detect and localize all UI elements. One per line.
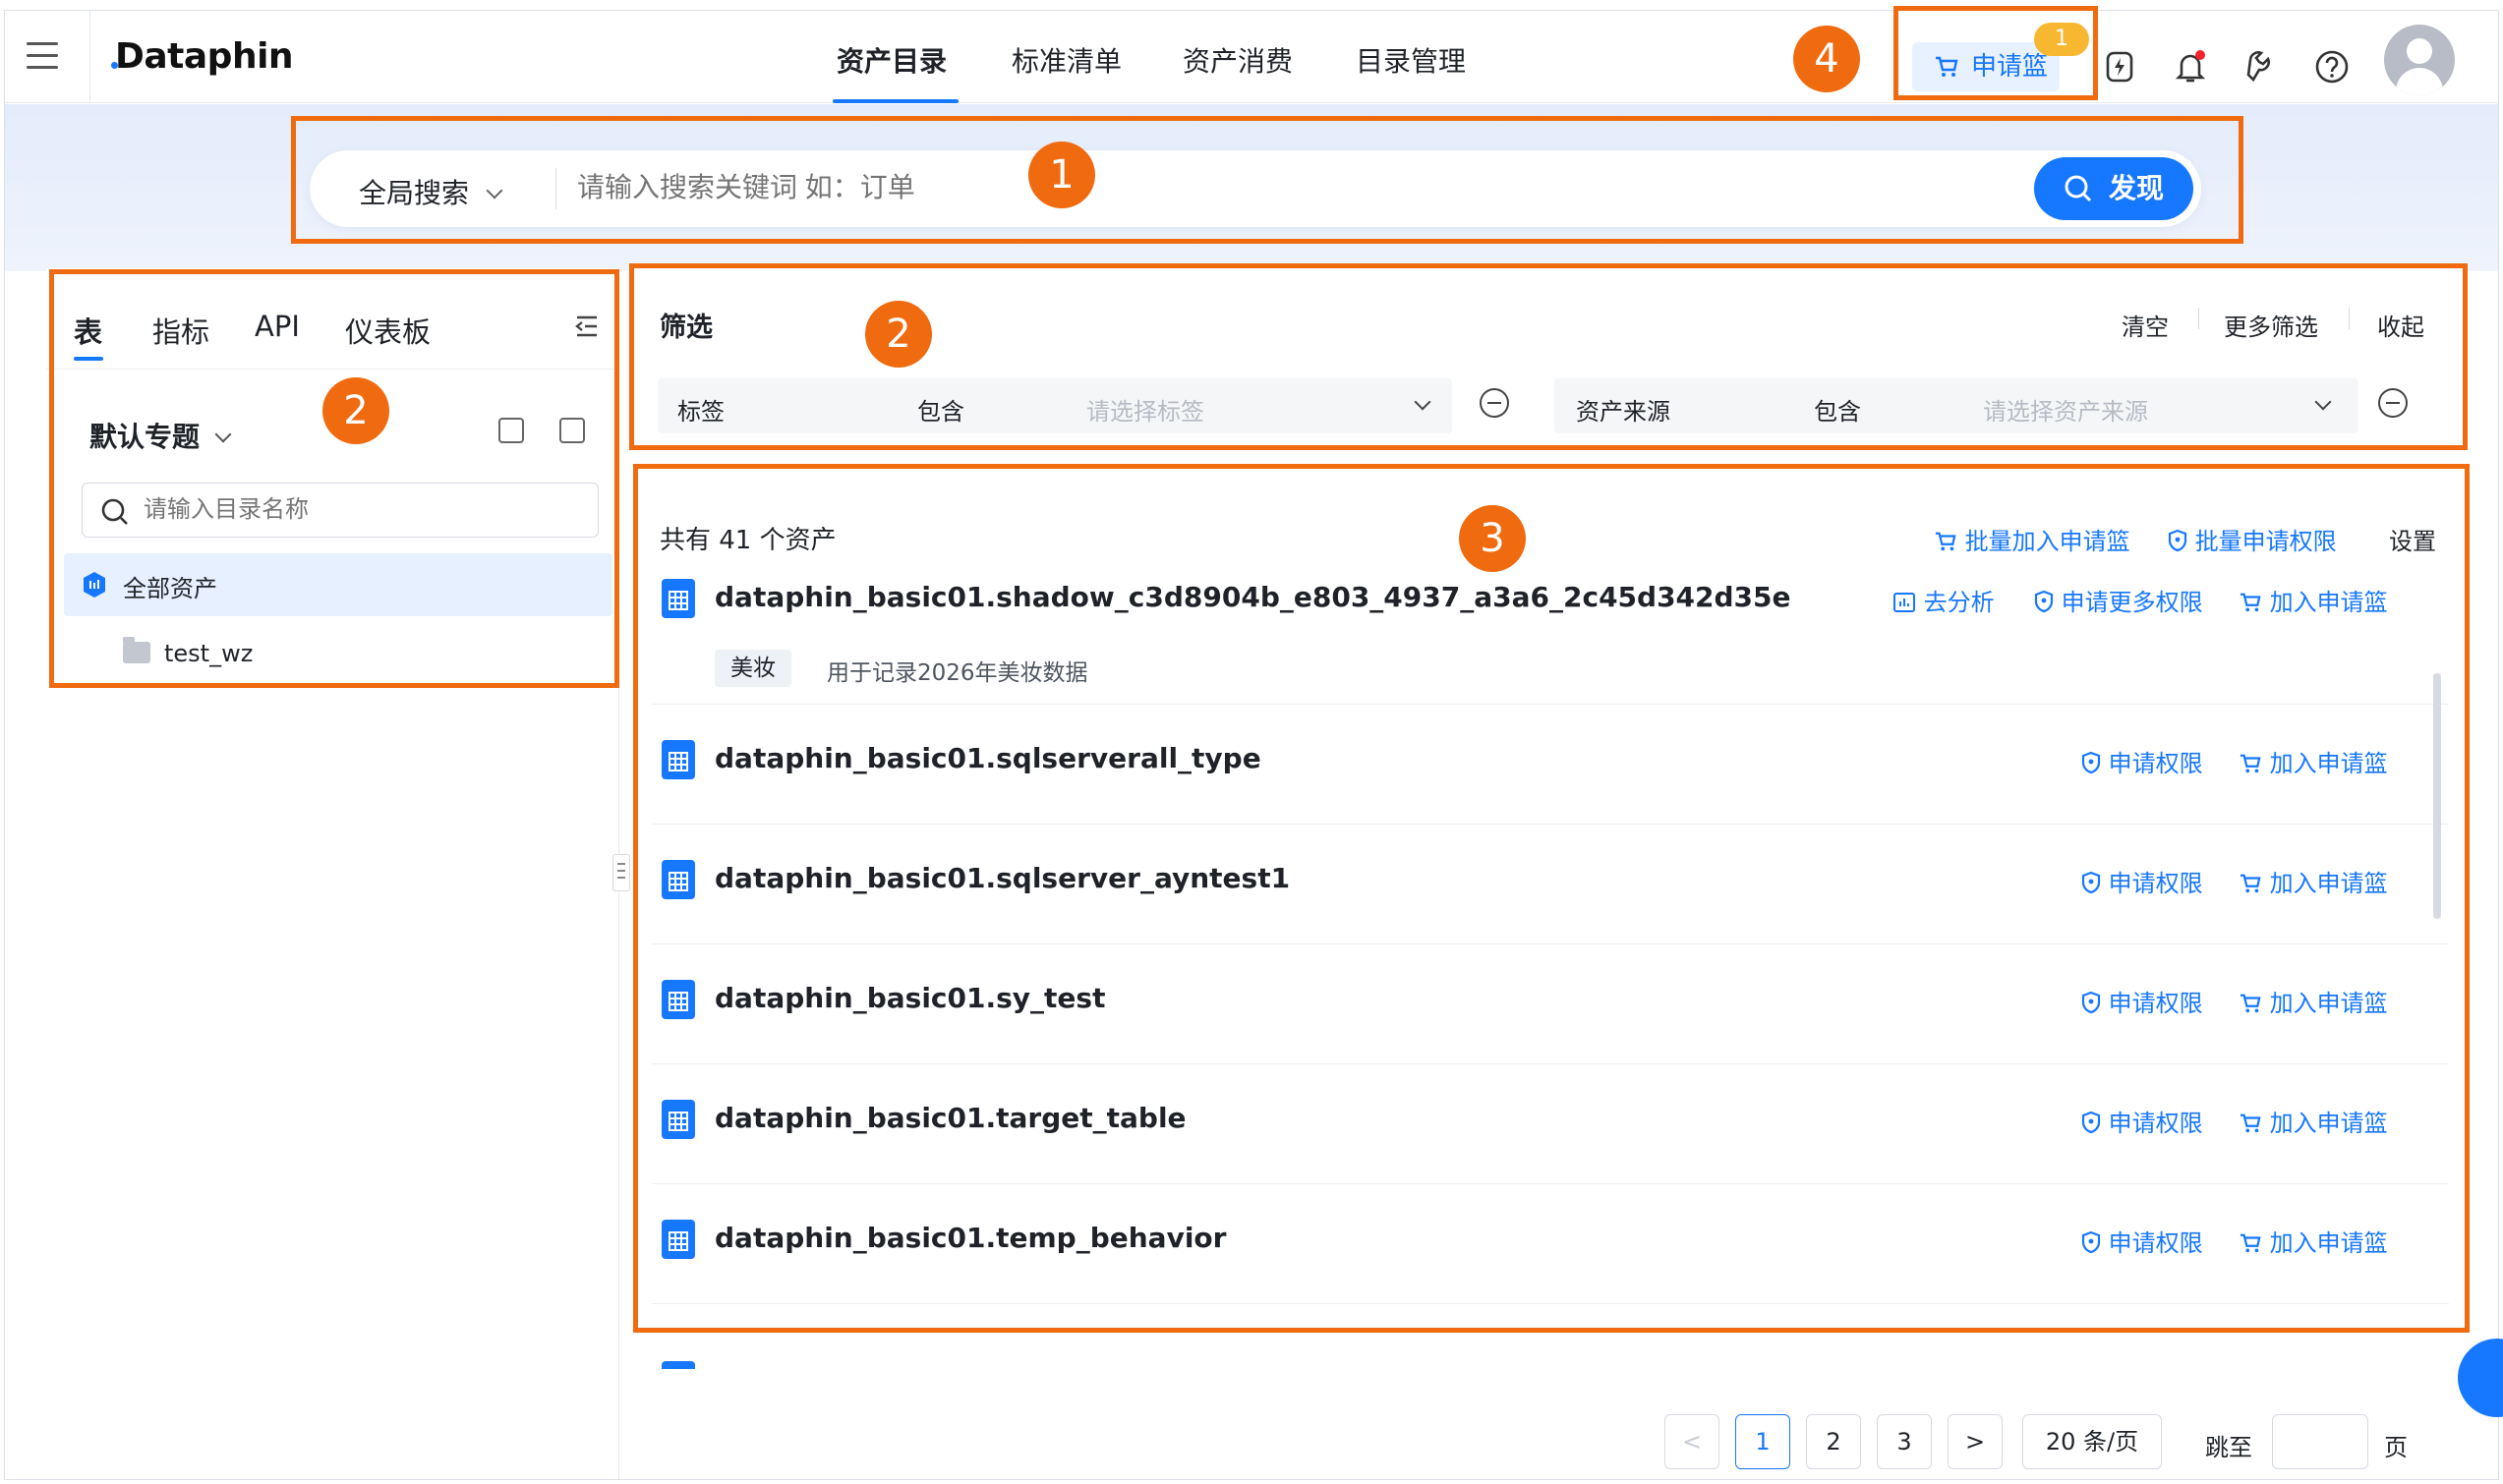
lightning-icon[interactable] — [2101, 48, 2138, 86]
app-root: { "header": { "logo": "Dataphin", "nav":… — [0, 0, 2503, 1484]
nav-tab-asset-consumption[interactable]: 资产消费 — [1183, 40, 1293, 80]
bell-icon[interactable] — [2172, 48, 2209, 86]
table-icon — [662, 1361, 695, 1393]
nav-tab-asset-catalog[interactable]: 资产目录 — [837, 40, 947, 80]
wrench-icon[interactable] — [2242, 48, 2280, 86]
annotation-box-asset-list — [633, 464, 2470, 1333]
annotation-badge: 1 — [1028, 142, 1095, 208]
page-size-select[interactable]: 20 条/页 — [2022, 1414, 2162, 1469]
avatar[interactable] — [2384, 25, 2455, 95]
jump-label: 跳至 — [2205, 1434, 2252, 1461]
logo[interactable]: Dataphin — [111, 36, 294, 77]
logo-text: Dataphin — [115, 36, 294, 77]
jump-page-input[interactable] — [2272, 1414, 2368, 1469]
annotation-box-cart — [1893, 6, 2098, 100]
page-suffix: 页 — [2384, 1434, 2408, 1461]
annotation-badge: 2 — [865, 301, 932, 368]
prev-page-button[interactable]: < — [1664, 1414, 1719, 1469]
annotation-box-directory — [49, 269, 619, 688]
next-page-button[interactable]: > — [1948, 1414, 2003, 1469]
top-bar: Dataphin 资产目录 标准清单 资产消费 目录管理 申请篮 1 — [5, 11, 2498, 103]
help-icon[interactable] — [2313, 48, 2351, 86]
page-2-button[interactable]: 2 — [1806, 1414, 1861, 1469]
divider — [89, 11, 90, 103]
panel-splitter-handle[interactable] — [612, 854, 630, 891]
page-size-label: 20 条/页 — [2045, 1428, 2139, 1455]
annotation-badge: 3 — [1459, 505, 1526, 572]
page-3-button[interactable]: 3 — [1877, 1414, 1932, 1469]
annotation-badge: 2 — [322, 377, 389, 444]
menu-icon[interactable] — [27, 42, 58, 70]
annotation-badge: 4 — [1793, 26, 1860, 92]
annotation-box-search — [291, 116, 2243, 244]
active-tab-indicator — [833, 99, 959, 103]
nav-tab-catalog-management[interactable]: 目录管理 — [1356, 40, 1466, 80]
nav-tab-standard-list[interactable]: 标准清单 — [1012, 40, 1122, 80]
page-1-button[interactable]: 1 — [1735, 1414, 1790, 1469]
